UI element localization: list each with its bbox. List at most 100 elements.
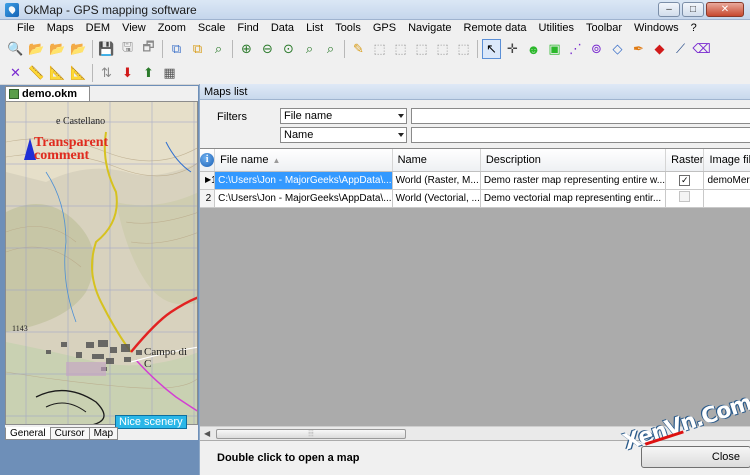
pointer-button[interactable]: ↖	[482, 39, 501, 59]
menu-list[interactable]: List	[300, 20, 329, 37]
ruler-edit-button[interactable]: 📐	[48, 63, 67, 83]
route-point-icon: ⬚	[436, 41, 449, 56]
description-cell[interactable]: Demo vectorial map representing entir...	[480, 189, 667, 208]
route-dots-button[interactable]: ⊚	[587, 39, 606, 59]
select-point-button[interactable]: ⬚	[454, 39, 473, 59]
gps-settings-button[interactable]: ▦	[160, 63, 179, 83]
zoom-1to1-button[interactable]: ⌕	[321, 39, 340, 59]
name-cell[interactable]: World (Raster, M...	[392, 171, 481, 190]
menu-find[interactable]: Find	[231, 20, 264, 37]
scrollbar-thumb[interactable]: ⦙⦙⦙	[216, 429, 406, 439]
raster-checkbox[interactable]: ✓	[679, 174, 691, 186]
menu-gps[interactable]: GPS	[367, 20, 402, 37]
file-name-cell[interactable]: C:\Users\Jon - MajorGeeks\AppData\...	[214, 171, 393, 190]
zoom-window-button[interactable]: ⌕	[300, 39, 319, 59]
map-annotation-comment[interactable]: Transparent comment	[34, 136, 114, 163]
tab-cursor[interactable]: Cursor	[49, 427, 90, 440]
track-edit-icon: ⬚	[394, 41, 407, 56]
menu-tools[interactable]: Tools	[329, 20, 367, 37]
tab-general[interactable]: General	[5, 427, 51, 440]
comment-button[interactable]: ▣	[545, 39, 564, 59]
polygon-button[interactable]: ◇	[608, 39, 627, 59]
ruler-move-button[interactable]: 📐	[69, 63, 88, 83]
menu-toolbar[interactable]: Toolbar	[580, 20, 628, 37]
save-button[interactable]: 💾	[97, 39, 116, 59]
raster-checkbox[interactable]	[679, 191, 691, 202]
filter-value-input-1[interactable]	[411, 108, 750, 124]
open-map-button[interactable]: 🔍	[6, 39, 25, 59]
raster-cell[interactable]	[665, 189, 705, 208]
crosshair-button[interactable]: ✛	[503, 39, 522, 59]
erase-button[interactable]: ⌫	[692, 39, 711, 59]
route-point-button[interactable]: ⬚	[433, 39, 452, 59]
save-as-button[interactable]: 🖫	[118, 39, 137, 59]
route-edit-button[interactable]: ⬚	[412, 39, 431, 59]
file-name-cell[interactable]: C:\Users\Jon - MajorGeeks\AppData\...	[214, 189, 393, 208]
layers-button[interactable]: ⧉	[167, 39, 186, 59]
zoom-out-button[interactable]: ⊖	[258, 39, 277, 59]
map-window: demo.okm Transparent comment e Castellan…	[5, 86, 198, 440]
image-file-name-cell[interactable]: demoMercator.gif	[703, 171, 750, 190]
find-button[interactable]: ⌕	[209, 39, 228, 59]
raster-cell[interactable]: ✓	[665, 171, 705, 190]
filter-value-input-2[interactable]	[411, 127, 750, 143]
gps-connect-button[interactable]: ⇅	[97, 63, 116, 83]
info-column-header[interactable]: i	[200, 149, 216, 172]
zoom-fit-icon: ⊙	[283, 41, 294, 56]
table-row[interactable]: 2 C:\Users\Jon - MajorGeeks\AppData\... …	[200, 189, 750, 208]
filter-field-select-2[interactable]: Name	[280, 127, 407, 143]
menu-windows[interactable]: Windows	[628, 20, 685, 37]
menu-help[interactable]: ?	[685, 20, 703, 37]
gps-upload-button[interactable]: ⬆	[139, 63, 158, 83]
column-header-description[interactable]: Description	[480, 149, 667, 172]
gps-download-button[interactable]: ⬇	[118, 63, 137, 83]
folder-edit-button[interactable]: 📂	[48, 39, 67, 59]
folder-arrow-button[interactable]: 📂	[69, 39, 88, 59]
track-edit-button[interactable]: ⬚	[391, 39, 410, 59]
column-header-raster[interactable]: Raster	[665, 149, 705, 172]
open-folder-button[interactable]: 📂	[27, 39, 46, 59]
red-diamond-button[interactable]: ◆	[650, 39, 669, 59]
track-point-button[interactable]: ⬚	[370, 39, 389, 59]
column-header-image-file-name[interactable]: Image file name	[703, 149, 750, 172]
track-dots-icon: ⋰	[569, 41, 582, 56]
menu-file[interactable]: File	[11, 20, 41, 37]
close-map-button[interactable]: 🗗	[139, 39, 158, 59]
menu-remote-data[interactable]: Remote data	[458, 20, 533, 37]
menu-utilities[interactable]: Utilities	[533, 20, 580, 37]
tab-map[interactable]: Map	[88, 427, 119, 440]
description-cell[interactable]: Demo raster map representing entire w...	[480, 171, 667, 190]
column-header-file-name[interactable]: File name ▲	[214, 149, 393, 172]
menu-view[interactable]: View	[116, 20, 152, 37]
column-header-name[interactable]: Name	[392, 149, 481, 172]
menu-navigate[interactable]: Navigate	[402, 20, 457, 37]
minimize-button[interactable]: –	[658, 2, 680, 17]
menu-scale[interactable]: Scale	[192, 20, 232, 37]
menu-data[interactable]: Data	[265, 20, 300, 37]
map-document-tab[interactable]: demo.okm	[5, 86, 90, 101]
ruler-button[interactable]: 📏	[27, 63, 46, 83]
copy-button[interactable]: ⧉	[188, 39, 207, 59]
pen-orange-button[interactable]: ✒	[629, 39, 648, 59]
track-dots-button[interactable]: ⋰	[566, 39, 585, 59]
name-cell[interactable]: World (Vectorial, ...	[392, 189, 481, 208]
maximize-button[interactable]: □	[682, 2, 704, 17]
menu-zoom[interactable]: Zoom	[152, 20, 192, 37]
measure-button[interactable]: ⟋	[671, 39, 690, 59]
table-row[interactable]: ▶1 C:\Users\Jon - MajorGeeks\AppData\...…	[200, 171, 750, 190]
menu-maps[interactable]: Maps	[41, 20, 80, 37]
map-annotation-nice-scenery[interactable]: Nice scenery	[115, 415, 187, 429]
waypoint-edit-button[interactable]: ✎	[349, 39, 368, 59]
scroll-left-icon[interactable]: ◀	[204, 429, 210, 438]
row-number-cell[interactable]: ▶1	[200, 171, 216, 190]
map-canvas[interactable]: Transparent comment e Castellano Campo d…	[5, 101, 198, 425]
menu-dem[interactable]: DEM	[80, 20, 116, 37]
image-file-name-cell[interactable]	[703, 189, 750, 208]
row-number-cell[interactable]: 2	[200, 189, 216, 208]
close-window-button[interactable]: ✕	[706, 2, 744, 17]
smiley-waypoint-button[interactable]: ☻	[524, 39, 543, 59]
cancel-track-button[interactable]: ✕	[6, 63, 25, 83]
zoom-fit-button[interactable]: ⊙	[279, 39, 298, 59]
zoom-in-button[interactable]: ⊕	[237, 39, 256, 59]
filter-field-select-1[interactable]: File name	[280, 108, 407, 124]
